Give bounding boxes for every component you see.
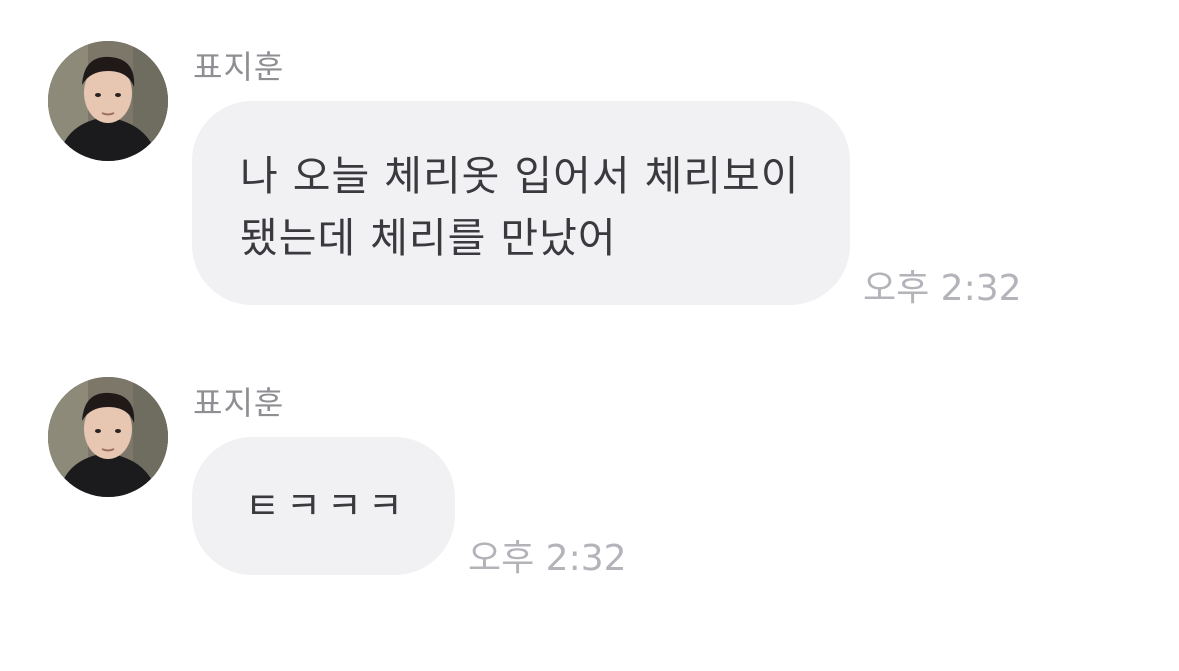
message-bubble[interactable]: ㅌㅋㅋㅋ xyxy=(192,437,455,575)
sender-avatar[interactable] xyxy=(48,377,168,497)
sender-name: 표지훈 xyxy=(193,384,285,422)
message-text: 나 오늘 체리옷 입어서 체리보이 됐는데 체리를 만났어 xyxy=(240,152,800,262)
avatar-photo-icon xyxy=(48,41,168,161)
message-bubble[interactable]: 나 오늘 체리옷 입어서 체리보이 됐는데 체리를 만났어 xyxy=(192,101,850,305)
avatar-photo-icon xyxy=(48,377,168,497)
sender-name: 표지훈 xyxy=(193,48,285,86)
message-timestamp: 오후 2:32 xyxy=(863,268,1022,309)
message-text: ㅌㅋㅋㅋ xyxy=(245,484,409,528)
sender-avatar[interactable] xyxy=(48,41,168,161)
message-timestamp: 오후 2:32 xyxy=(468,538,627,579)
